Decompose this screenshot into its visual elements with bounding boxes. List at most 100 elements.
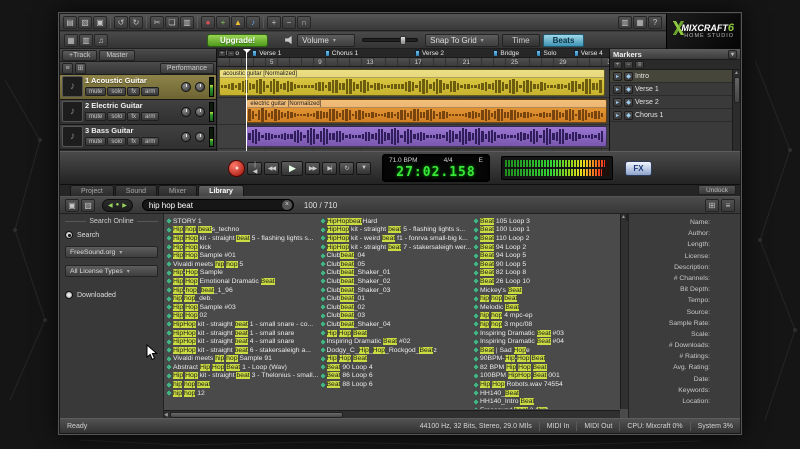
pan-knob[interactable] (195, 107, 205, 117)
library-item[interactable]: Hip Hop kick (167, 243, 321, 252)
library-item[interactable]: HH140_Intro Beat (474, 397, 628, 406)
library-item[interactable]: Inspiring Dramatic Beat #02 (321, 337, 475, 346)
zoom-out-icon[interactable]: − (282, 16, 296, 29)
pan-knob[interactable] (195, 82, 205, 92)
track-tools-icon[interactable]: ≡ (62, 63, 73, 74)
timeline-marker[interactable]: Solo (536, 49, 556, 58)
library-item[interactable]: HipHop kit - straight beat 7 - stakersal… (321, 243, 475, 252)
markers-scrollbar[interactable]: ▲ (732, 70, 740, 151)
library-item[interactable]: Beat 105 Loop 3 (474, 217, 628, 226)
timeline-zoom-in-icon[interactable]: + (218, 50, 226, 57)
fx-button[interactable]: fx (127, 137, 140, 146)
library-item[interactable]: 100BPM HipHop Beat 001 (474, 372, 628, 381)
paste-icon[interactable]: ▥ (180, 16, 194, 29)
library-item[interactable]: Clubbeat_Shaker_01 (321, 269, 475, 278)
timeline-marker[interactable]: Bridge (493, 49, 519, 58)
source-dropdown[interactable]: FreeSound.org (65, 246, 158, 258)
time-mode-button[interactable]: Time (502, 34, 539, 47)
open-project-icon[interactable]: ▧ (78, 16, 92, 29)
library-item[interactable]: Inspiring Dramatic Beat #03 (474, 329, 628, 338)
library-item[interactable]: Hip Hop 02 (167, 312, 321, 321)
marker-play-icon[interactable]: ▸ (613, 72, 622, 81)
save-sound-icon[interactable]: ▣ (65, 199, 79, 212)
details-view-icon[interactable]: ≡ (721, 199, 735, 212)
tab-library[interactable]: Library (198, 185, 244, 196)
library-item[interactable]: Hip Hop Sample #01 (167, 251, 321, 260)
midi-icon[interactable]: ♪ (246, 16, 260, 29)
library-item[interactable]: HipHop kit - straight beat 1 - small sna… (167, 320, 321, 329)
library-item[interactable]: Beat 26 Loop 10 (474, 277, 628, 286)
fx-button[interactable]: fx (127, 112, 140, 121)
copy-icon[interactable]: ❏ (165, 16, 179, 29)
library-item[interactable]: HipHop kit - straight beat 1 - small sna… (167, 329, 321, 338)
playhead[interactable] (246, 49, 247, 151)
library-item[interactable]: Dodgy_C_Hip_Hop_Rockgod_Beatz (321, 346, 475, 355)
delete-marker-icon[interactable]: − (624, 61, 633, 69)
arm-button[interactable]: arm (141, 112, 159, 121)
nav-stop-icon[interactable]: ● (116, 202, 120, 208)
library-item[interactable]: Hip-hop_beat_1_96 (167, 286, 321, 295)
marker-play-icon[interactable]: ▸ (613, 98, 622, 107)
volume-dropdown[interactable]: Volume (297, 34, 355, 47)
library-item[interactable]: 82 BPM Hip Hop Beat (474, 363, 628, 372)
marker-row[interactable]: ▸◆Verse 1 (610, 83, 732, 96)
grid-view-icon[interactable]: ⊞ (705, 199, 719, 212)
library-item[interactable]: Beat 94 Loop 5 (474, 251, 628, 260)
library-item[interactable]: HipHop kit - weird beat f1 - fonrva smal… (321, 234, 475, 243)
key-display[interactable]: E (479, 156, 483, 165)
fx-button[interactable]: fx (127, 87, 140, 96)
markers-panel-menu-icon[interactable]: ▾ (728, 50, 737, 59)
library-item[interactable]: 90BPM-Hip-Hop Beat (474, 355, 628, 364)
library-item[interactable]: Clubbeat_05 (321, 260, 475, 269)
solo-button[interactable]: solo (107, 87, 126, 96)
marker-play-icon[interactable]: ▸ (613, 85, 622, 94)
master-fx-button[interactable]: FX (625, 161, 652, 176)
library-item[interactable]: hip hop 3 mpc/08 (474, 320, 628, 329)
undock-button[interactable]: Undock (698, 185, 736, 195)
marker-play-icon[interactable]: ▸ (613, 111, 622, 120)
piano-roll-icon[interactable]: ▦ (633, 16, 647, 29)
library-item[interactable]: hip hop 12 (167, 389, 321, 398)
library-item[interactable]: Beat 90 Loop 5 (474, 260, 628, 269)
library-item[interactable]: Hip Hop Beat (321, 329, 475, 338)
save-project-icon[interactable]: ▣ (93, 16, 107, 29)
search-radio-icon[interactable] (65, 231, 73, 239)
time-signature-display[interactable]: 4/4 (444, 156, 453, 165)
search-input[interactable] (142, 199, 294, 211)
pan-knob[interactable] (195, 132, 205, 142)
scroll-up-icon[interactable]: ▲ (734, 70, 739, 76)
help-icon[interactable]: ? (648, 16, 662, 29)
library-item[interactable]: Clubbeat_Shaker_04 (321, 320, 475, 329)
library-item[interactable]: Hip Hop Sample #03 (167, 303, 321, 312)
redo-icon[interactable]: ↻ (129, 16, 143, 29)
volume-knob[interactable] (181, 82, 191, 92)
loop-button[interactable]: ↻ (339, 162, 354, 175)
library-item[interactable]: HH140_Beat (474, 389, 628, 398)
library-item[interactable]: Clubbeat_03 (321, 312, 475, 321)
volume-knob[interactable] (181, 132, 191, 142)
library-item[interactable]: hip hop beat (474, 294, 628, 303)
beats-mode-button[interactable]: Beats (543, 34, 585, 47)
library-item[interactable]: Hip Hop kit - straight beat 3 - Theloniu… (167, 372, 321, 381)
clip-electric-guitar[interactable]: electric guitar [Normalized] (246, 99, 607, 123)
snap-magnet-icon[interactable]: ∩ (297, 16, 311, 29)
timeline-marker[interactable]: Verse 1 (252, 49, 281, 58)
clip-acoustic-guitar[interactable]: acoustic guitar [Normalized] (219, 69, 605, 96)
fast-forward-button[interactable]: ▶▶ (305, 162, 320, 175)
mute-button[interactable]: mute (85, 137, 106, 146)
add-track-button[interactable]: +Track (62, 50, 97, 61)
library-item[interactable]: Hip Hop kit - straight beat 5 - flashing… (167, 234, 321, 243)
marker-row[interactable]: ▸◆Chorus 1 (610, 109, 732, 122)
master-track-button[interactable]: Master (99, 50, 134, 61)
marker-row[interactable]: ▸◆Intro (610, 70, 732, 83)
library-item[interactable]: HipHop kit - straight beat 6 - stakersal… (167, 346, 321, 355)
mixer-icon[interactable]: ▥ (79, 34, 93, 47)
clip-bass-guitar[interactable] (246, 126, 607, 147)
timeline-marker[interactable]: Chorus 1 (325, 49, 358, 58)
results-vertical-scrollbar[interactable]: ▲ (620, 214, 628, 409)
rewind-button[interactable]: ◀◀ (264, 162, 279, 175)
metronome-icon[interactable]: ▲ (231, 16, 245, 29)
library-item[interactable]: Beat 100 Loop 1 (474, 226, 628, 235)
library-item[interactable]: Hip-Hop Sample (167, 269, 321, 278)
bpm-display[interactable]: 71.0 BPM (389, 156, 418, 165)
